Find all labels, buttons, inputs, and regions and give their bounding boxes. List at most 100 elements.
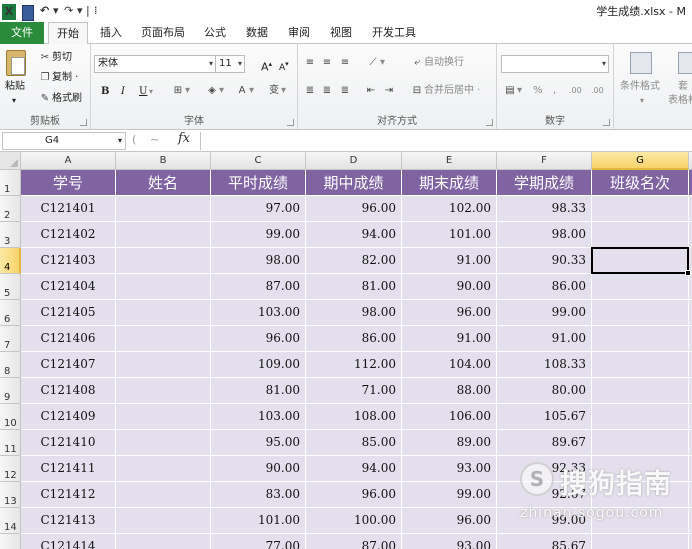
- column-header-e[interactable]: E: [402, 152, 497, 170]
- row-header-6[interactable]: 6: [0, 300, 21, 326]
- header-cell-d[interactable]: 期中成绩: [306, 170, 402, 196]
- bold-button[interactable]: B: [101, 85, 109, 99]
- row-header-3[interactable]: 3: [0, 222, 21, 248]
- cell-g3[interactable]: [592, 222, 689, 248]
- cell-c10[interactable]: 103.00: [211, 404, 306, 430]
- cell-c15[interactable]: 77.00: [211, 534, 306, 549]
- cell-d5[interactable]: 81.00: [306, 274, 402, 300]
- cell-g2[interactable]: [592, 196, 689, 222]
- cell-a10[interactable]: C121409: [21, 404, 116, 430]
- cancel-icon[interactable]: (: [132, 133, 136, 146]
- accounting-format-button[interactable]: ▤ ▾: [503, 84, 522, 98]
- format-painter-button[interactable]: ✎ 格式刷: [38, 92, 82, 106]
- cell-a2[interactable]: C121401: [21, 196, 116, 222]
- fill-color-button[interactable]: ◈ ▾: [205, 84, 224, 98]
- fill-handle[interactable]: [685, 270, 691, 276]
- align-top-button[interactable]: ≡: [303, 56, 317, 70]
- cell-g11[interactable]: [592, 430, 689, 456]
- header-cell-a[interactable]: 学号: [21, 170, 116, 196]
- cell-f12[interactable]: 92.33: [497, 456, 592, 482]
- cell-d12[interactable]: 94.00: [306, 456, 402, 482]
- name-box[interactable]: G4 ▾: [2, 132, 126, 150]
- cell-c2[interactable]: 97.00: [211, 196, 306, 222]
- cell-d2[interactable]: 96.00: [306, 196, 402, 222]
- cell-e3[interactable]: 101.00: [402, 222, 497, 248]
- customize-quick-access-icon[interactable]: ⁞: [94, 3, 98, 19]
- cell-f4[interactable]: 90.33: [497, 248, 592, 274]
- cell-g7[interactable]: [592, 326, 689, 352]
- cell-b5[interactable]: [116, 274, 211, 300]
- font-size-select[interactable]: 11 ▾: [215, 55, 245, 73]
- cell-f6[interactable]: 99.00: [497, 300, 592, 326]
- row-header-8[interactable]: 8: [0, 352, 21, 378]
- paste-icon[interactable]: [6, 50, 26, 76]
- align-right-button[interactable]: ≣: [338, 84, 352, 98]
- merge-center-button[interactable]: ⊟ 合并后居中 ·: [410, 84, 481, 98]
- cell-d11[interactable]: 85.00: [306, 430, 402, 456]
- tab-file[interactable]: 文件: [0, 22, 44, 44]
- conditional-format-dropdown-icon[interactable]: ▾: [640, 94, 644, 108]
- cell-a7[interactable]: C121406: [21, 326, 116, 352]
- row-header-7[interactable]: 7: [0, 326, 21, 352]
- row-header-9[interactable]: 9: [0, 378, 21, 404]
- header-cell-b[interactable]: 姓名: [116, 170, 211, 196]
- save-icon[interactable]: [22, 5, 34, 21]
- cell-e8[interactable]: 104.00: [402, 352, 497, 378]
- cell-g9[interactable]: [592, 378, 689, 404]
- cell-f9[interactable]: 80.00: [497, 378, 592, 404]
- cell-g14[interactable]: [592, 508, 689, 534]
- increase-indent-button[interactable]: ⇥: [382, 84, 396, 98]
- clipboard-launcher-icon[interactable]: [80, 119, 87, 126]
- phonetic-button[interactable]: 变 ▾: [267, 84, 286, 98]
- paste-button[interactable]: 粘贴: [5, 80, 25, 94]
- row-header-14[interactable]: 14: [0, 508, 21, 534]
- cell-a11[interactable]: C121410: [21, 430, 116, 456]
- row-header-1[interactable]: 1: [0, 170, 21, 196]
- tab-formulas[interactable]: 公式: [196, 22, 234, 44]
- redo-icon[interactable]: ↷: [64, 3, 73, 19]
- cell-d15[interactable]: 87.00: [306, 534, 402, 549]
- comma-button[interactable]: ,: [553, 84, 556, 98]
- font-launcher-icon[interactable]: [287, 119, 294, 126]
- cell-a6[interactable]: C121405: [21, 300, 116, 326]
- grow-font-button[interactable]: A▴: [261, 57, 272, 75]
- cell-e10[interactable]: 106.00: [402, 404, 497, 430]
- row-header-13[interactable]: 13: [0, 482, 21, 508]
- cell-d13[interactable]: 96.00: [306, 482, 402, 508]
- copy-button[interactable]: ❐ 复制 ·: [38, 71, 79, 85]
- row-header-10[interactable]: 10: [0, 404, 21, 430]
- cell-d8[interactable]: 112.00: [306, 352, 402, 378]
- cell-d4[interactable]: 82.00: [306, 248, 402, 274]
- cell-e4[interactable]: 91.00: [402, 248, 497, 274]
- cell-g8[interactable]: [592, 352, 689, 378]
- cell-c9[interactable]: 81.00: [211, 378, 306, 404]
- row-header-4[interactable]: 4: [0, 248, 21, 274]
- column-header-b[interactable]: B: [116, 152, 211, 170]
- cell-c11[interactable]: 95.00: [211, 430, 306, 456]
- cell-e15[interactable]: 93.00: [402, 534, 497, 549]
- cell-g5[interactable]: [592, 274, 689, 300]
- cell-b12[interactable]: [116, 456, 211, 482]
- wrap-text-button[interactable]: ⤶ 自动换行: [410, 56, 464, 70]
- cell-e9[interactable]: 88.00: [402, 378, 497, 404]
- cell-g6[interactable]: [592, 300, 689, 326]
- cell-a3[interactable]: C121402: [21, 222, 116, 248]
- cell-e14[interactable]: 96.00: [402, 508, 497, 534]
- cell-b11[interactable]: [116, 430, 211, 456]
- paste-dropdown-icon[interactable]: ▾: [12, 94, 16, 108]
- cell-g10[interactable]: [592, 404, 689, 430]
- cell-g15[interactable]: [592, 534, 689, 549]
- table-format-button-2[interactable]: 表格格: [668, 94, 692, 108]
- underline-button[interactable]: U: [139, 85, 147, 99]
- align-bottom-button[interactable]: ≡: [338, 56, 352, 70]
- cell-c7[interactable]: 96.00: [211, 326, 306, 352]
- cell-c3[interactable]: 99.00: [211, 222, 306, 248]
- decrease-indent-button[interactable]: ⇤: [364, 84, 378, 98]
- align-center-button[interactable]: ≣: [320, 84, 334, 98]
- tab-developer[interactable]: 开发工具: [364, 22, 424, 44]
- cell-b4[interactable]: [116, 248, 211, 274]
- header-cell-c[interactable]: 平时成绩: [211, 170, 306, 196]
- row-header-15[interactable]: 15: [0, 534, 21, 549]
- column-header-f[interactable]: F: [497, 152, 592, 170]
- cell-b6[interactable]: [116, 300, 211, 326]
